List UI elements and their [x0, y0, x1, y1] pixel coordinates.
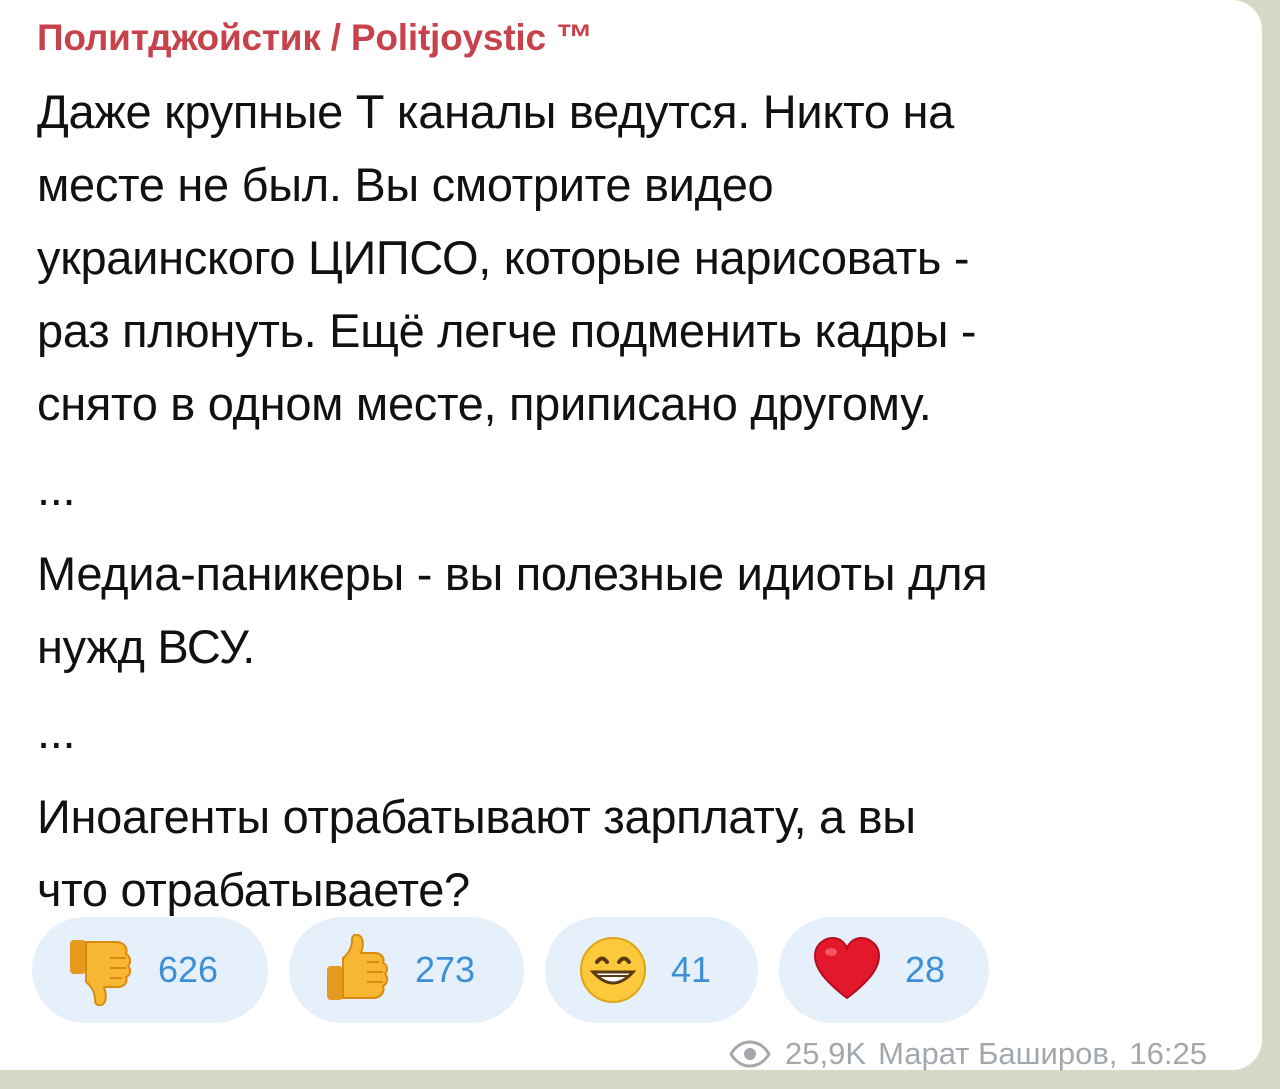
reaction-count: 28	[905, 949, 946, 990]
reaction-grinning-face[interactable]: 41	[545, 917, 758, 1023]
thumbs-down-icon	[62, 932, 138, 1008]
reactions-bar: 626 273 41 28	[32, 917, 989, 1023]
reaction-count: 41	[671, 949, 712, 990]
eye-icon	[729, 1040, 771, 1068]
reaction-thumbs-up[interactable]: 273	[289, 917, 524, 1023]
reaction-count: 626	[158, 949, 219, 990]
message-paragraph: Медиа-паникеры - вы полезные идиоты для …	[37, 547, 988, 673]
view-count: 25,9K	[785, 1036, 867, 1071]
channel-name[interactable]: Политджойстик / Politjoystic ™	[37, 17, 593, 59]
message-text: Даже крупные Т каналы ведутся. Никто на …	[37, 75, 1242, 926]
red-heart-icon	[809, 932, 885, 1008]
message-ellipsis: ...	[37, 705, 76, 758]
thumbs-up-icon	[319, 932, 395, 1008]
message-bubble: Политджойстик / Politjoystic ™ Даже круп…	[0, 0, 1262, 1072]
reaction-thumbs-down[interactable]: 626	[32, 917, 268, 1023]
reaction-red-heart[interactable]: 28	[779, 917, 989, 1023]
message-ellipsis: ...	[37, 462, 76, 515]
message-paragraph: Иноагенты отрабатывают зарплату, а вы чт…	[37, 790, 916, 916]
post-time: 16:25	[1129, 1036, 1207, 1071]
grinning-face-icon	[575, 932, 651, 1008]
reaction-count: 273	[415, 949, 476, 990]
message-meta: 25,9K Марат Баширов, 16:25	[729, 1036, 1207, 1072]
chat-background: Политджойстик / Politjoystic ™ Даже круп…	[0, 0, 1280, 1089]
message-paragraph: Даже крупные Т каналы ведутся. Никто на …	[37, 85, 977, 430]
post-author: Марат Баширов,	[878, 1036, 1118, 1071]
